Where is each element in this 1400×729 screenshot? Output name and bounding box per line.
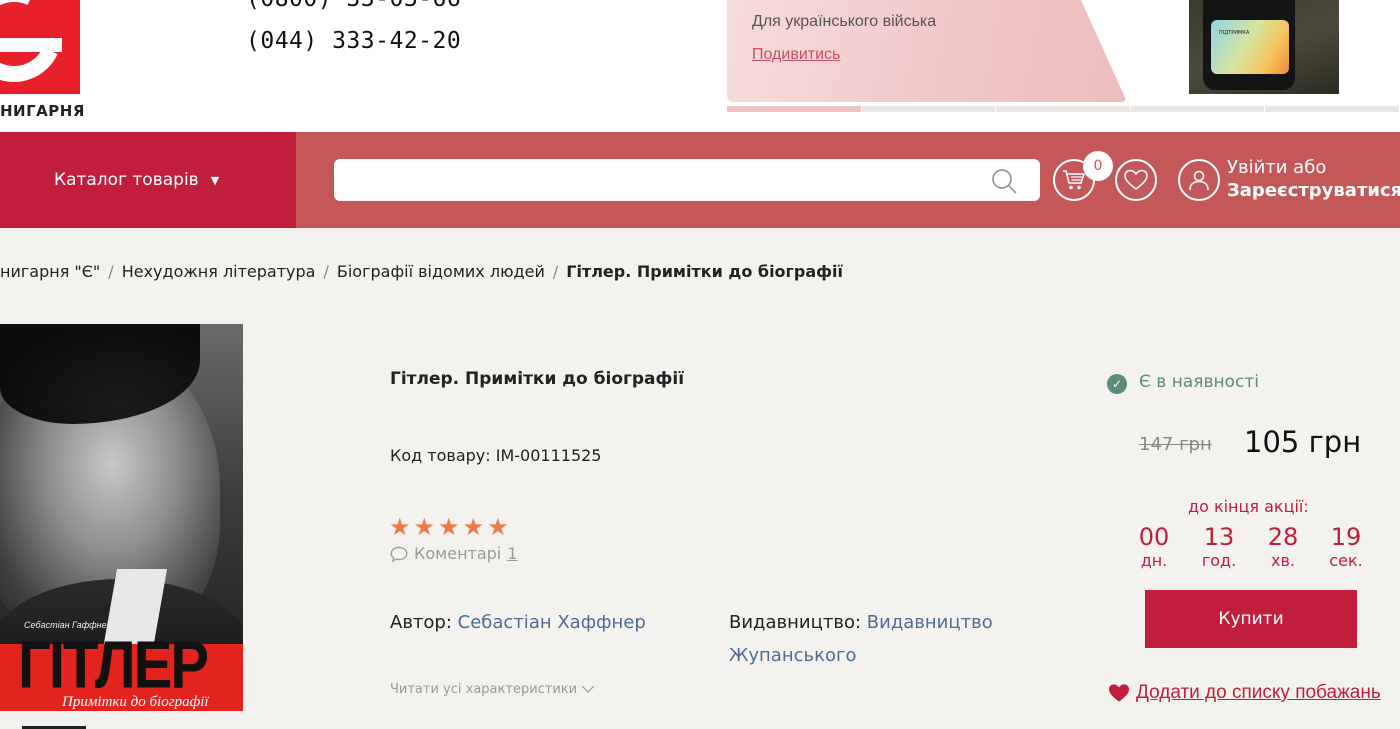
author-link[interactable]: Себастіан Хаффнер — [458, 612, 646, 633]
countdown-hours: 13 год. — [1189, 521, 1249, 569]
current-price: 105 грн — [1244, 425, 1362, 459]
top-header: НИГАРНЯ (0800) 33-03-66 (044) 333-42-20 … — [0, 0, 1400, 132]
cart-icon — [1063, 170, 1085, 190]
old-price: 147 грн — [1139, 434, 1212, 455]
promo-card[interactable]: Для українського війська Подивитись — [727, 0, 1127, 102]
promo-countdown-label: до кінця акції: — [1188, 497, 1309, 516]
promo-image[interactable]: ПІДТРИМКА — [1189, 0, 1339, 94]
countdown-days-value: 00 — [1138, 523, 1170, 551]
breadcrumb-separator: / — [323, 262, 329, 281]
countdown-minutes-unit: хв. — [1271, 551, 1295, 570]
login-register-link[interactable]: Увійти або Зареєструватися — [1227, 156, 1400, 202]
countdown-hours-unit: год. — [1201, 551, 1237, 570]
login-label: Увійти або — [1227, 157, 1327, 178]
comments-link[interactable]: Коментарі 1 — [390, 544, 517, 563]
chevron-down-icon — [581, 685, 595, 693]
publisher-label: Видавництво: — [729, 612, 862, 633]
publisher-attribute: Видавництво: Видавництво Жупанського — [729, 606, 1029, 672]
stock-status: ✓ Є в наявності — [1107, 370, 1259, 394]
check-circle-icon: ✓ — [1107, 374, 1127, 394]
promo-slide-tab-1[interactable] — [727, 106, 861, 112]
search-input[interactable] — [334, 159, 974, 201]
cover-subtitle: Примітки до біографії — [62, 694, 209, 710]
buy-button[interactable]: Купити — [1145, 590, 1357, 648]
countdown-minutes: 28 хв. — [1253, 521, 1313, 569]
promo-slide-tab-4[interactable] — [1130, 106, 1265, 112]
countdown-minutes-value: 28 — [1267, 523, 1299, 551]
promo-card-label: ПІДТРИМКА — [1219, 30, 1250, 36]
add-to-wishlist-link[interactable]: Додати до списку побажань — [1108, 682, 1381, 704]
breadcrumb-separator: / — [108, 262, 114, 281]
promo-banner: Для українського війська Подивитись ПІДТ… — [727, 0, 1400, 112]
logo-text[interactable]: НИГАРНЯ — [0, 102, 85, 120]
promo-slider-tabs — [727, 106, 1400, 112]
breadcrumb: нигарня "Є" / Нехудожня література / Біограф… — [0, 262, 843, 281]
breadcrumb-current: Гітлер. Примітки до біографії — [566, 262, 843, 281]
promo-slide-tab-3[interactable] — [996, 106, 1130, 112]
read-all-characteristics-link[interactable]: Читати усі характеристики — [390, 682, 595, 697]
phone-number-1[interactable]: (0800) 33-03-66 — [246, 0, 461, 12]
book-cover-image[interactable]: Себастіан Гаффнер ГІТЛЕР Примітки до біо… — [0, 324, 243, 711]
breadcrumb-separator: / — [552, 262, 559, 281]
catalog-menu-button[interactable]: Каталог товарів ▼ — [0, 132, 296, 228]
search-icon[interactable] — [990, 167, 1018, 195]
promo-title: Для українського війська — [752, 13, 937, 30]
promo-slide-tab-2[interactable] — [861, 106, 996, 112]
promo-slide-tab-5[interactable] — [1265, 106, 1399, 112]
countdown-days: 00 дн. — [1124, 521, 1184, 569]
search-box — [334, 159, 1040, 201]
product-title: Гітлер. Примітки до біографії — [390, 369, 685, 389]
breadcrumb-home[interactable]: нигарня "Є" — [0, 262, 100, 281]
author-attribute: Автор: Себастіан Хаффнер — [390, 606, 646, 639]
wishlist-button[interactable] — [1115, 159, 1157, 201]
read-all-label: Читати усі характеристики — [390, 682, 578, 697]
product-sku: Код товару: IM-00111525 — [390, 446, 602, 465]
author-label: Автор: — [390, 612, 452, 633]
comments-label: Коментарі — [414, 544, 502, 563]
user-icon — [1189, 170, 1209, 191]
bank-card-icon: ПІДТРИМКА — [1211, 20, 1289, 74]
main-navbar: Каталог товарів ▼ 0 Увійти або Зареєстру… — [0, 132, 1400, 228]
catalog-label: Каталог товарів — [54, 170, 199, 190]
caret-down-icon: ▼ — [210, 173, 220, 187]
countdown-seconds-unit: сек. — [1329, 551, 1363, 570]
comment-bubble-icon — [390, 546, 408, 562]
rating-stars[interactable]: ★ ★ ★ ★ ★ — [389, 515, 509, 539]
cover-title: ГІТЛЕР — [18, 627, 209, 703]
countdown-seconds: 19 сек. — [1316, 521, 1376, 569]
countdown-seconds-value: 19 — [1330, 523, 1362, 551]
countdown-days-unit: дн. — [1140, 551, 1168, 570]
star-icon[interactable]: ★ — [414, 515, 436, 539]
comments-count[interactable]: 1 — [507, 544, 517, 563]
wishlist-label: Додати до списку побажань — [1136, 682, 1381, 703]
logo-icon[interactable] — [0, 0, 80, 94]
star-icon[interactable]: ★ — [438, 515, 460, 539]
breadcrumb-nonfiction[interactable]: Нехудожня література — [122, 262, 316, 281]
heart-icon — [1109, 684, 1129, 702]
stock-label: Є в наявності — [1139, 372, 1259, 392]
star-icon[interactable]: ★ — [487, 515, 509, 539]
countdown-hours-value: 13 — [1203, 523, 1235, 551]
cart-count-badge: 0 — [1083, 151, 1113, 181]
register-label: Зареєструватися — [1227, 180, 1400, 201]
breadcrumb-biographies[interactable]: Біографії відомих людей — [337, 262, 545, 281]
phone-number-2[interactable]: (044) 333-42-20 — [246, 28, 461, 54]
star-icon[interactable]: ★ — [389, 515, 411, 539]
star-icon[interactable]: ★ — [463, 515, 485, 539]
user-account-button[interactable] — [1178, 159, 1220, 201]
heart-outline-icon — [1124, 169, 1148, 191]
promo-link[interactable]: Подивитись — [752, 46, 840, 64]
